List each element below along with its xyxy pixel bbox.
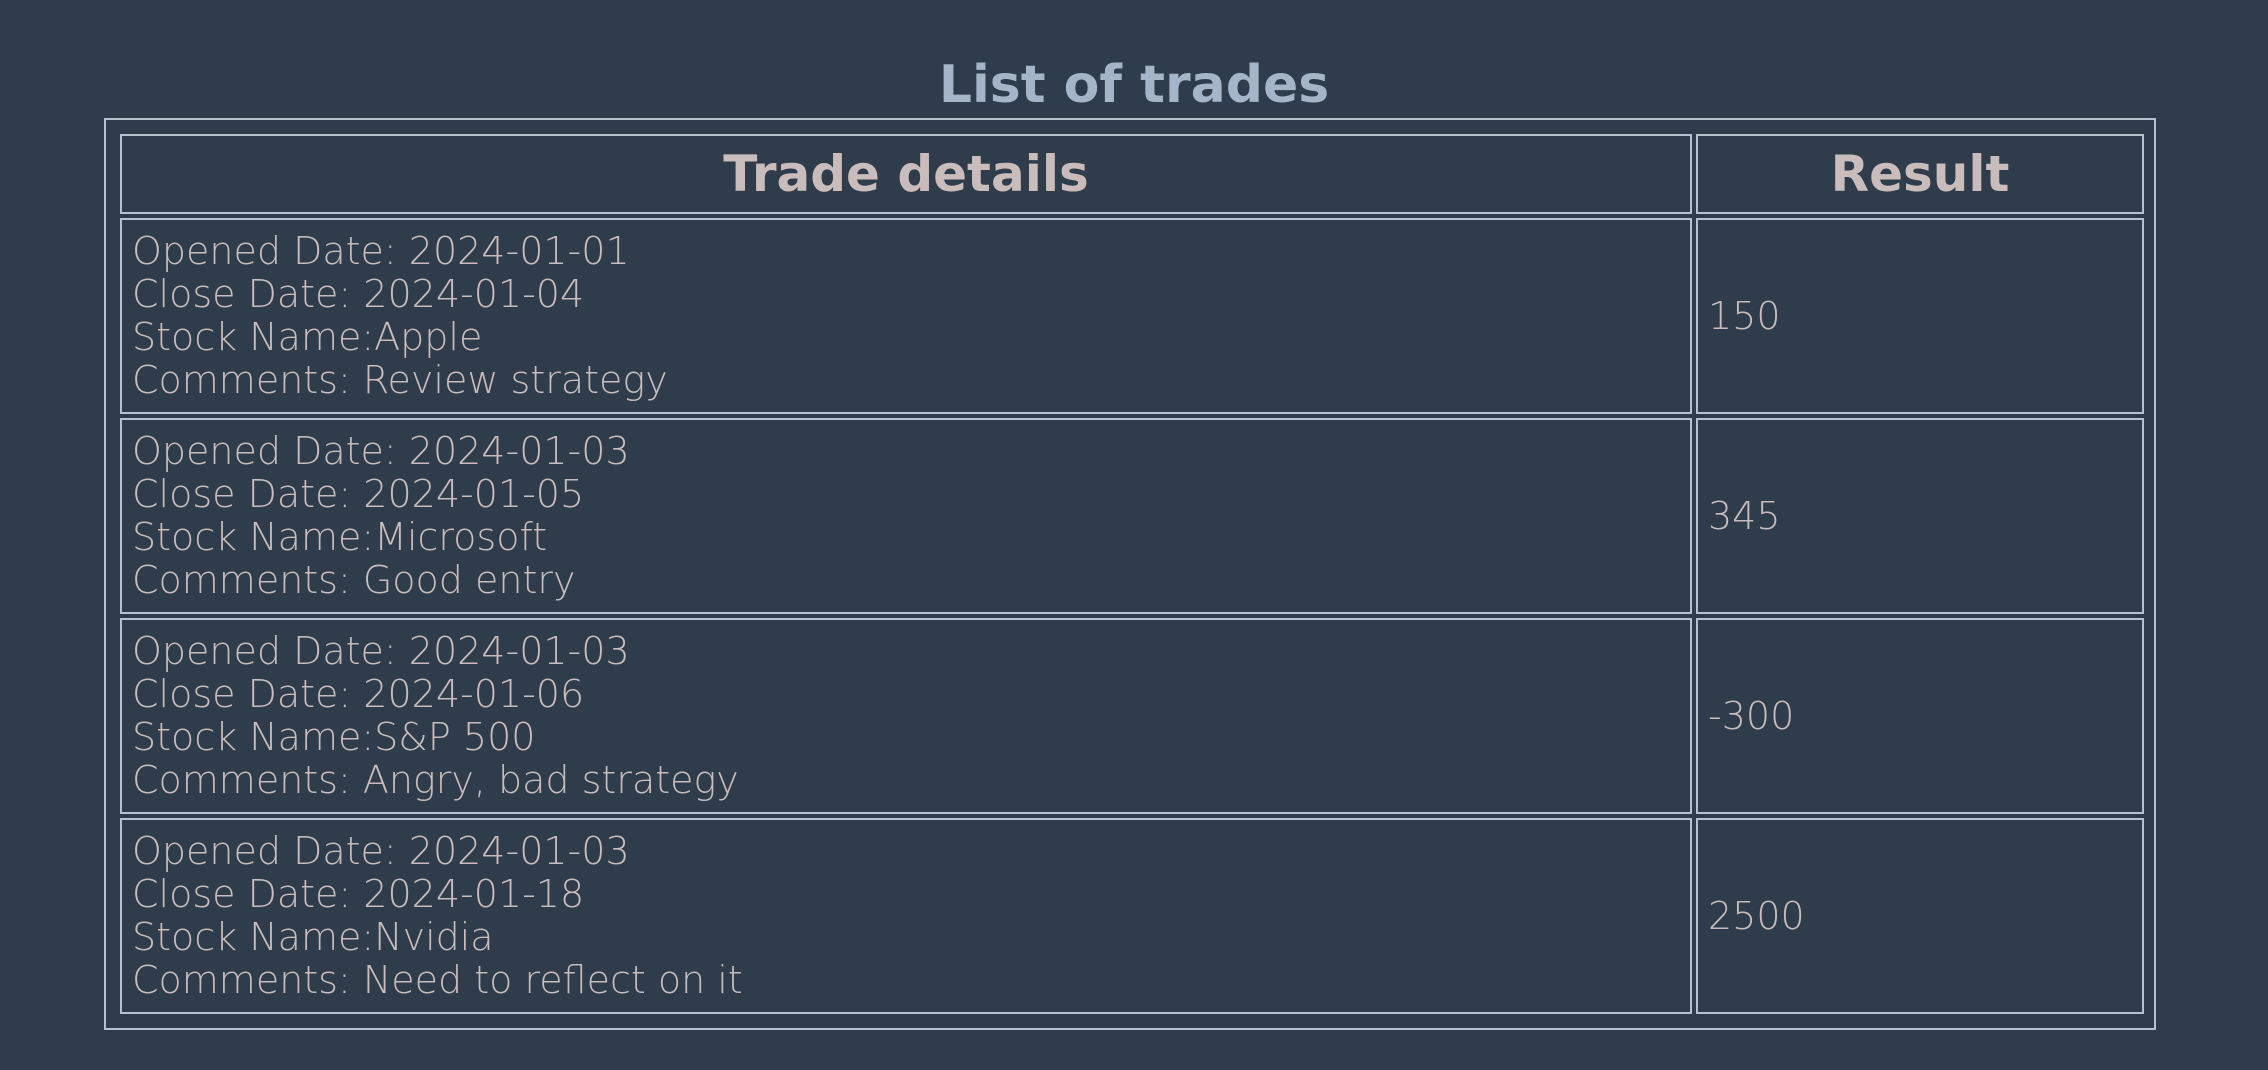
result-cell: 2500 bbox=[1696, 818, 2144, 1014]
opened-date: Opened Date: 2024-01-01 bbox=[132, 229, 630, 273]
stock-name: Stock Name:Apple bbox=[132, 315, 483, 359]
comments: Comments: Need to reflect on it bbox=[132, 958, 743, 1002]
opened-date: Opened Date: 2024-01-03 bbox=[132, 429, 630, 473]
stock-name: Stock Name:Microsoft bbox=[132, 515, 548, 559]
opened-date: Opened Date: 2024-01-03 bbox=[132, 829, 630, 873]
table-row: Opened Date: 2024-01-03 Close Date: 2024… bbox=[120, 618, 2144, 814]
comments: Comments: Review strategy bbox=[132, 358, 668, 402]
close-date: Close Date: 2024-01-05 bbox=[132, 472, 585, 516]
trades-table: Trade details Result Opened Date: 2024-0… bbox=[116, 130, 2148, 1018]
table-row: Opened Date: 2024-01-03 Close Date: 2024… bbox=[120, 418, 2144, 614]
table-header-row: Trade details Result bbox=[120, 134, 2144, 214]
comments: Comments: Good entry bbox=[132, 558, 576, 602]
result-cell: -300 bbox=[1696, 618, 2144, 814]
table-row: Opened Date: 2024-01-01 Close Date: 2024… bbox=[120, 218, 2144, 414]
result-cell: 150 bbox=[1696, 218, 2144, 414]
table-row: Opened Date: 2024-01-03 Close Date: 2024… bbox=[120, 818, 2144, 1014]
trade-details-cell: Opened Date: 2024-01-03 Close Date: 2024… bbox=[120, 418, 1692, 614]
opened-date: Opened Date: 2024-01-03 bbox=[132, 629, 630, 673]
trades-table-container: Trade details Result Opened Date: 2024-0… bbox=[104, 118, 2156, 1030]
close-date: Close Date: 2024-01-18 bbox=[132, 872, 585, 916]
close-date: Close Date: 2024-01-04 bbox=[132, 272, 585, 316]
stock-name: Stock Name:Nvidia bbox=[132, 915, 494, 959]
header-trade-details: Trade details bbox=[120, 134, 1692, 214]
result-cell: 345 bbox=[1696, 418, 2144, 614]
stock-name: Stock Name:S&P 500 bbox=[132, 715, 536, 759]
comments: Comments: Angry, bad strategy bbox=[132, 758, 739, 802]
trade-details-cell: Opened Date: 2024-01-03 Close Date: 2024… bbox=[120, 618, 1692, 814]
header-result: Result bbox=[1696, 134, 2144, 214]
close-date: Close Date: 2024-01-06 bbox=[132, 672, 585, 716]
trade-details-cell: Opened Date: 2024-01-01 Close Date: 2024… bbox=[120, 218, 1692, 414]
trade-details-cell: Opened Date: 2024-01-03 Close Date: 2024… bbox=[120, 818, 1692, 1014]
page-title: List of trades bbox=[938, 54, 1330, 115]
